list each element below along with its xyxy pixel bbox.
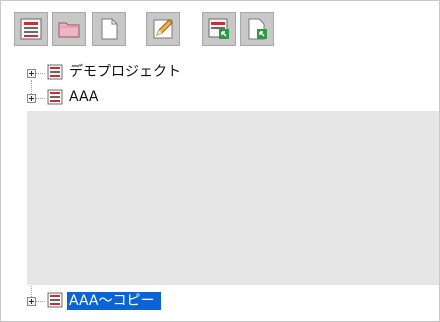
tree-node-label: AAA～コピー [67,292,161,310]
project-icon [47,292,63,308]
empty-tree-area [27,111,439,285]
import-file-button[interactable] [240,12,274,46]
project-list-icon [20,18,42,40]
edit-icon [153,19,173,39]
project-icon [47,89,63,105]
project-window: デモプロジェクト AAA AAA～コピー [0,0,440,322]
expand-icon[interactable] [27,94,36,103]
folder-icon [58,22,80,38]
tree-node-label: AAA [69,89,99,105]
project-icon [47,64,63,80]
project-list-button[interactable] [14,12,48,46]
import-project-button[interactable] [202,12,236,46]
expand-icon[interactable] [27,297,36,306]
open-folder-button[interactable] [52,12,86,46]
expand-icon[interactable] [27,69,36,78]
tree-node-label: デモプロジェクト [69,64,181,80]
import-file-icon [248,18,267,40]
toolbar [14,12,424,56]
tree-connector [35,73,45,74]
new-file-button[interactable] [92,12,126,46]
tree-connector [31,80,32,94]
tree-connector [35,301,45,302]
import-project-icon [208,18,229,39]
tree-connector [35,98,45,99]
edit-button[interactable] [146,12,180,46]
new-file-icon [101,18,118,40]
